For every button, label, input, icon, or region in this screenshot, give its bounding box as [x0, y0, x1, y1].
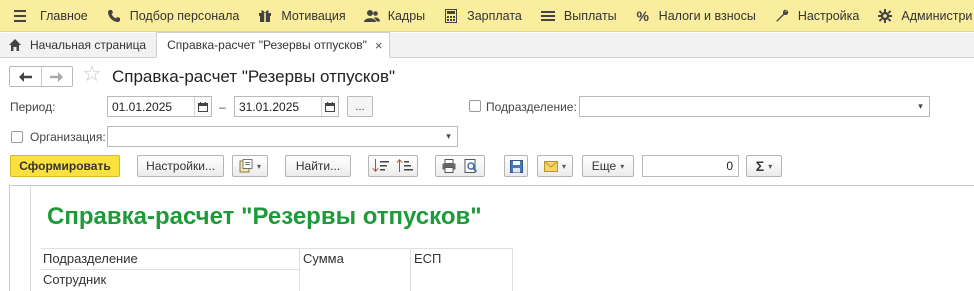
menu-item-label: Главное: [40, 8, 88, 23]
print-icon[interactable]: [442, 159, 456, 173]
subdivision-field[interactable]: ▾: [579, 96, 930, 117]
navigation-buttons: [9, 66, 73, 87]
menu-item-taxes[interactable]: % Налоги и взносы: [627, 0, 766, 31]
select-period-button[interactable]: ...: [347, 96, 373, 117]
divider: [299, 248, 300, 291]
email-button[interactable]: ▾: [537, 155, 573, 177]
menu-item-settings[interactable]: Настройка: [766, 0, 870, 31]
menu-item-label: Зарплата: [467, 8, 522, 23]
save-icon: [509, 159, 523, 173]
menu-item-label: Налоги и взносы: [658, 8, 756, 23]
divider: [512, 248, 513, 291]
more-button[interactable]: Еще ▾: [582, 155, 634, 177]
report-table-header: Подразделение Сумма ЕСП Сотрудник: [41, 248, 513, 291]
report-title: Справка-расчет "Резервы отпусков": [47, 203, 482, 230]
people-icon: [363, 8, 380, 24]
settings-button[interactable]: Настройки...: [137, 155, 224, 177]
date-from-value: 01.01.2025: [112, 99, 173, 114]
date-from-field[interactable]: 01.01.2025: [107, 96, 212, 117]
menu-item-personnel[interactable]: Кадры: [356, 0, 435, 31]
sort-descending-icon[interactable]: [372, 159, 390, 173]
gear-icon: [877, 8, 893, 24]
wrench-icon: [774, 8, 790, 24]
menu-item-label: Кадры: [387, 8, 426, 23]
date-to-value: 31.01.2025: [239, 99, 300, 114]
calendar-icon[interactable]: [194, 97, 211, 116]
gift-icon: [257, 8, 273, 24]
menu-item-payments[interactable]: Выплаты: [532, 0, 627, 31]
dropdown-arrow-icon: ▾: [256, 161, 261, 171]
menu-item-admin[interactable]: Администри: [869, 0, 974, 31]
sum-value-field[interactable]: 0: [642, 155, 739, 177]
sigma-icon: Σ: [755, 158, 765, 174]
calendar-icon[interactable]: [321, 97, 338, 116]
sort-ascending-icon[interactable]: [396, 159, 414, 173]
tab-vacation-reserves[interactable]: Справка-расчет "Резервы отпусков" ×: [156, 32, 390, 58]
dropdown-arrow-icon: ▾: [620, 161, 625, 171]
menu-item-label: Выплаты: [563, 8, 617, 23]
date-separator: –: [219, 100, 226, 114]
report-variant-icon: [239, 159, 253, 173]
report-document[interactable]: Справка-расчет "Резервы отпусков" Подраз…: [9, 185, 974, 291]
tab-label: Начальная страница: [30, 37, 147, 52]
column-header-esp: ЕСП: [414, 251, 442, 266]
menu-item-main[interactable]: Главное: [0, 0, 98, 31]
dropdown-arrow-icon[interactable]: ▾: [912, 97, 929, 116]
list-icon: [540, 8, 556, 24]
favorite-star-icon[interactable]: ☆: [82, 63, 102, 85]
dropdown-arrow-icon[interactable]: ▾: [440, 127, 457, 146]
menu-burger-icon: [12, 0, 28, 31]
calculator-icon: [443, 8, 459, 24]
column-header-employee: Сотрудник: [43, 272, 107, 287]
organization-field[interactable]: ▾: [107, 126, 458, 147]
tab-label: Справка-расчет "Резервы отпусков": [167, 38, 367, 52]
sum-button[interactable]: Σ ▾: [746, 155, 782, 177]
home-icon: [9, 38, 21, 51]
sort-buttons[interactable]: [368, 155, 418, 177]
find-button[interactable]: Найти...: [285, 155, 351, 177]
menu-item-label: Мотивация: [281, 8, 346, 23]
divider: [41, 269, 299, 270]
subdivision-label: Подразделение:: [486, 100, 577, 114]
dropdown-arrow-icon: ▾: [561, 161, 566, 171]
print-preview-icon[interactable]: [464, 159, 478, 173]
forward-arrow-icon[interactable]: [40, 67, 73, 86]
form-title: Справка-расчет "Резервы отпусков": [112, 67, 396, 86]
variant-button[interactable]: ▾: [232, 155, 268, 177]
organization-label: Организация:: [30, 130, 106, 144]
generate-button[interactable]: Сформировать: [10, 155, 120, 177]
tab-home[interactable]: Начальная страница: [0, 32, 156, 57]
column-header-subdivision: Подразделение: [43, 251, 138, 266]
dropdown-arrow-icon: ▾: [768, 161, 773, 171]
menu-item-label: Подбор персонала: [129, 8, 240, 23]
save-button[interactable]: [504, 155, 528, 177]
percent-icon: %: [636, 7, 649, 24]
divider: [41, 248, 513, 249]
organization-checkbox[interactable]: [11, 131, 23, 143]
divider: [410, 248, 411, 291]
subdivision-checkbox[interactable]: [469, 100, 481, 112]
menu-item-motivation[interactable]: Мотивация: [249, 0, 355, 31]
tab-bar: Начальная страница Справка-расчет "Резер…: [0, 32, 974, 58]
envelope-icon: [543, 160, 558, 172]
period-label: Период:: [10, 100, 56, 114]
column-header-sum: Сумма: [303, 251, 344, 266]
main-menu-bar: Главное Подбор персонала Мотивация Кадры…: [0, 0, 974, 32]
menu-item-label: Администри: [901, 8, 973, 23]
report-gutter: [10, 186, 31, 291]
menu-item-label: Настройка: [797, 8, 860, 23]
menu-item-salary[interactable]: Зарплата: [435, 0, 532, 31]
close-icon[interactable]: ×: [375, 38, 383, 53]
back-arrow-icon[interactable]: [10, 67, 41, 86]
print-buttons[interactable]: [435, 155, 485, 177]
more-label: Еще: [591, 159, 617, 173]
phone-icon: [106, 8, 122, 24]
date-to-field[interactable]: 31.01.2025: [234, 96, 339, 117]
menu-item-recruitment[interactable]: Подбор персонала: [98, 0, 250, 31]
